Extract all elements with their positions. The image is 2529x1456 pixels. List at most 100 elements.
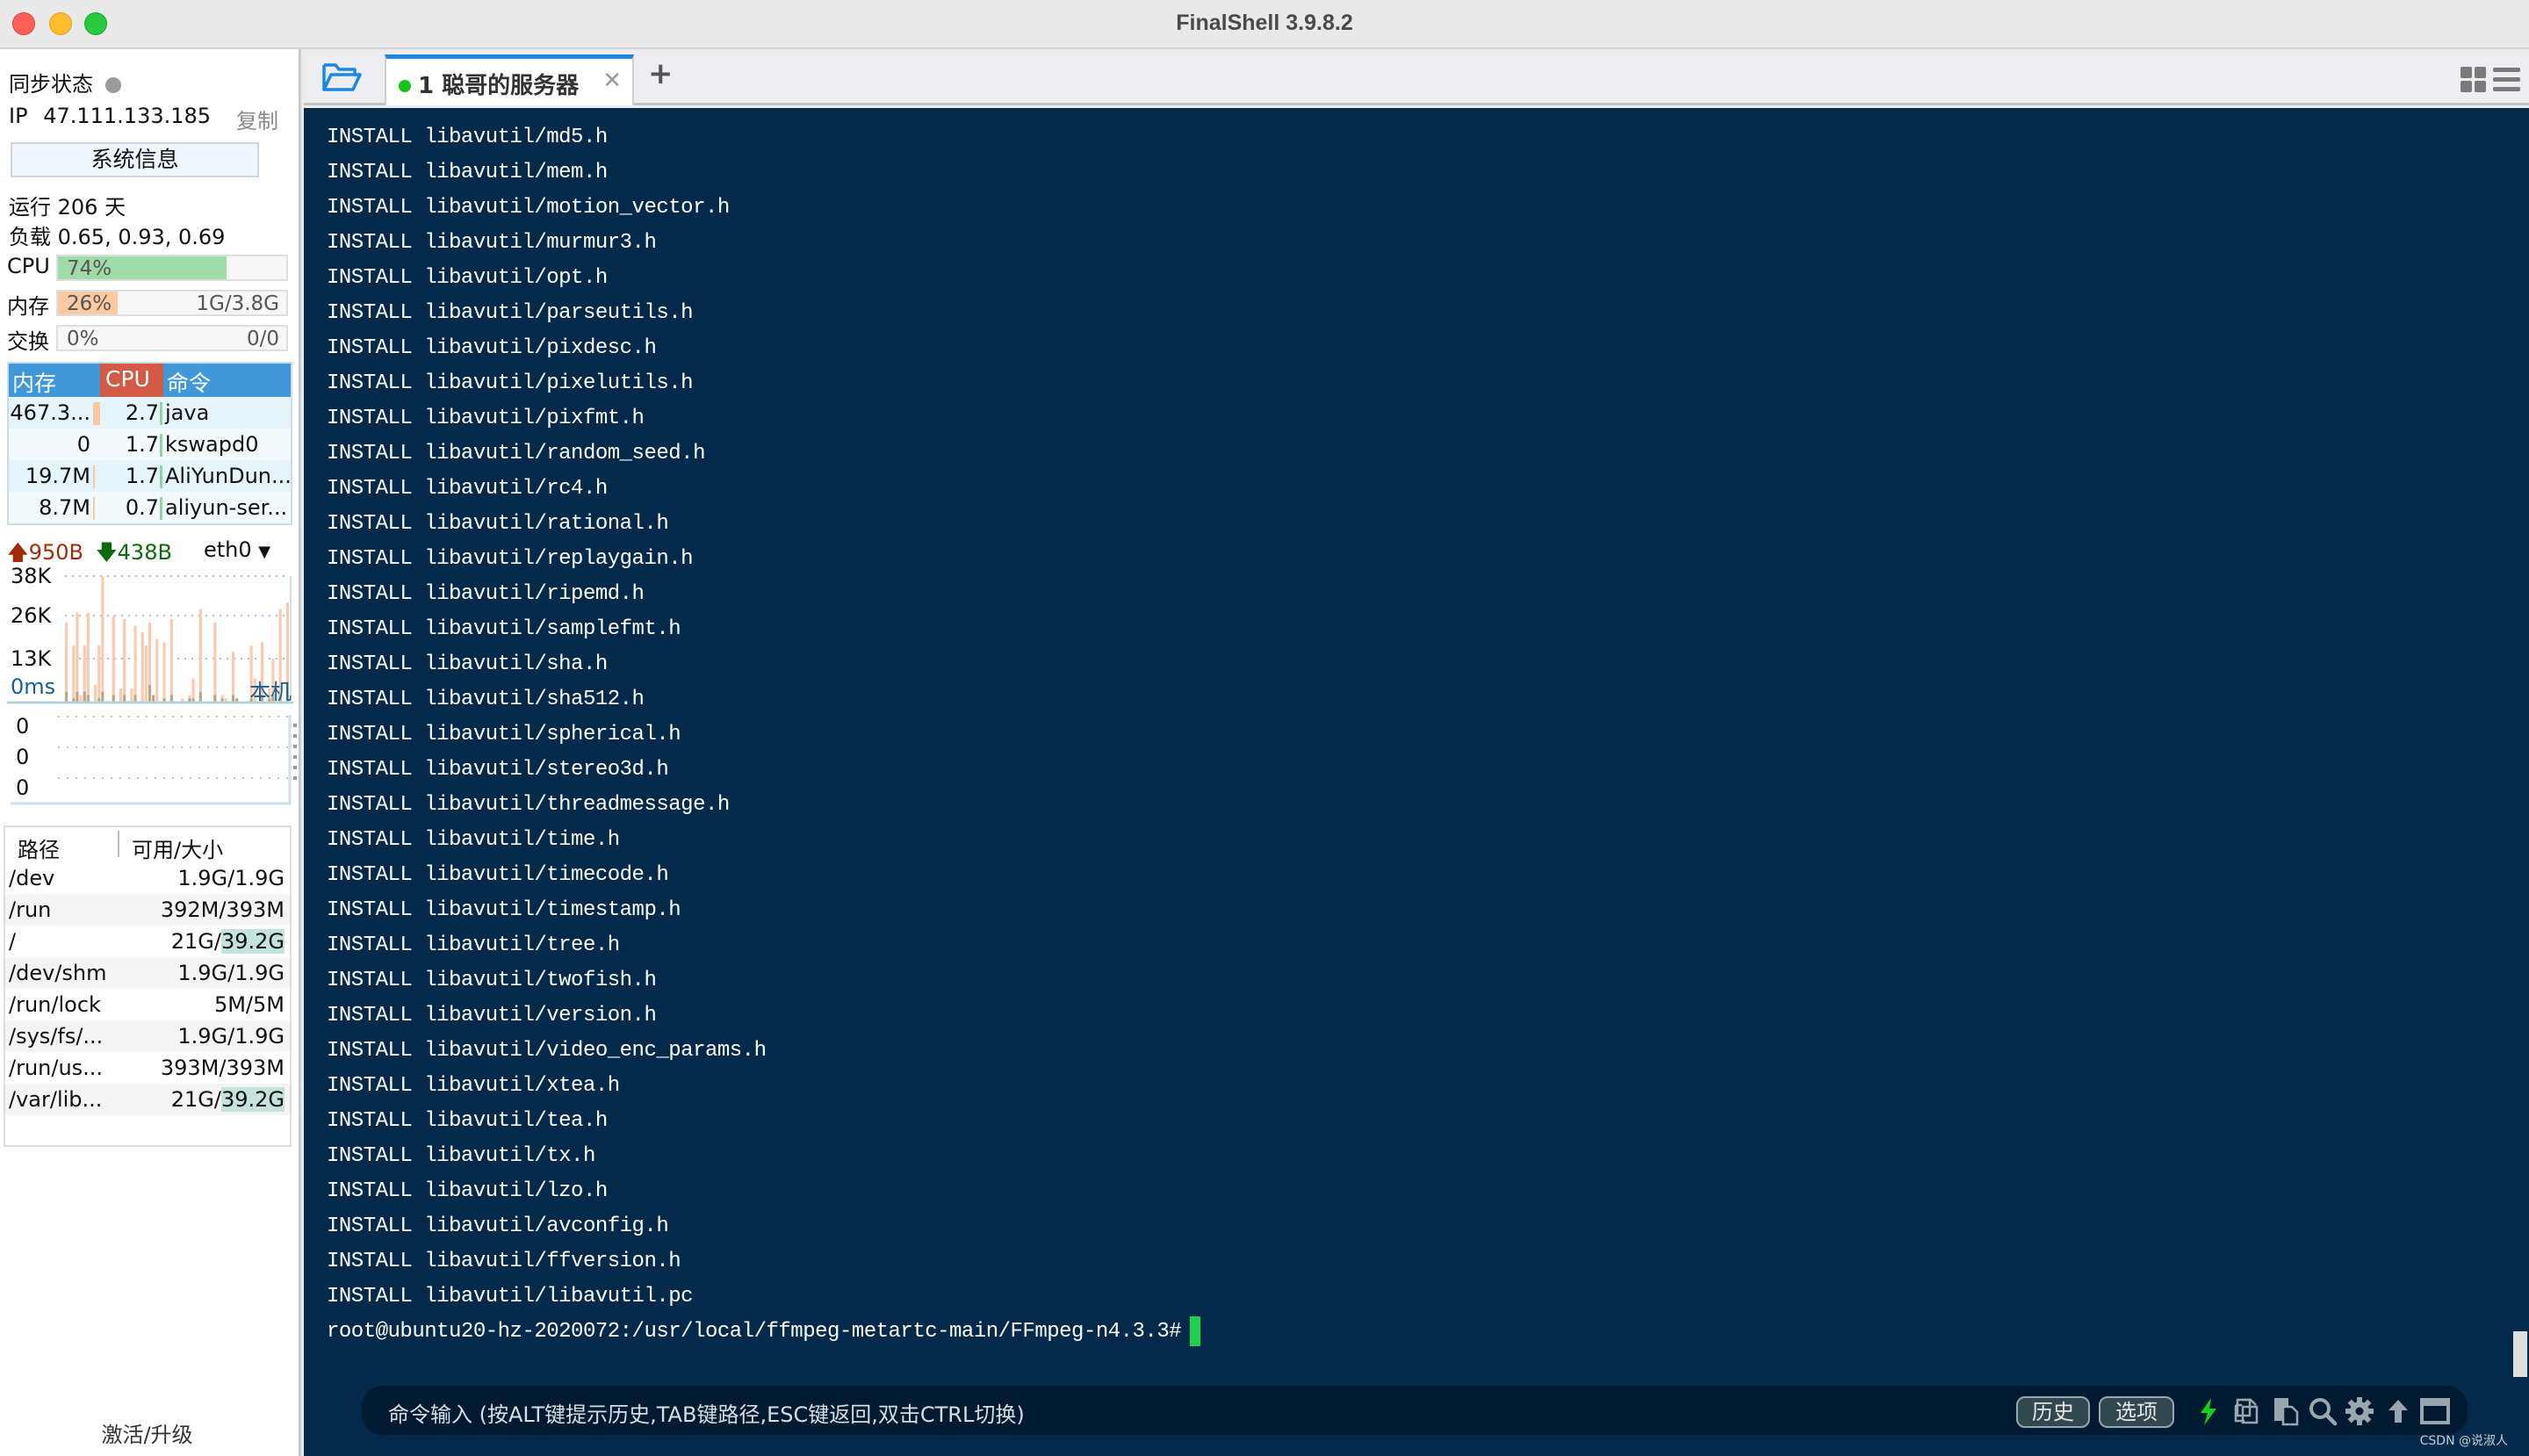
path-header[interactable]: 路径 xyxy=(18,833,60,863)
terminal-line: INSTALL libavutil/rc4.h xyxy=(327,477,608,501)
disk-usage: 392M/393M xyxy=(160,897,285,922)
download-rate: 🡇438B xyxy=(96,540,172,565)
gear-icon[interactable] xyxy=(2345,1396,2374,1426)
terminal-line: INSTALL libavutil/opt.h xyxy=(327,266,608,290)
terminal-line: INSTALL libavutil/lzo.h xyxy=(327,1179,608,1203)
terminal-line: INSTALL libavutil/sha512.h xyxy=(327,688,645,711)
memory-meter: 26% 1G/3.8G xyxy=(56,290,288,316)
disk-usage: 393M/393M xyxy=(160,1056,285,1080)
add-tab-button[interactable]: + xyxy=(648,56,674,91)
swap-meter-percent: 0% xyxy=(67,328,99,350)
sidebar: 同步状态 IP 47.111.133.185 复制 系统信息 运行 206 天 … xyxy=(0,49,301,1456)
disk-table-header: 路径 可用/大小 xyxy=(5,827,290,862)
copy-ip-button[interactable]: 复制 xyxy=(236,104,278,134)
ping-y-tick-label: 0 xyxy=(16,775,29,800)
close-tab-icon[interactable]: ✕ xyxy=(602,68,622,94)
terminal[interactable]: INSTALL libavutil/md5.h INSTALL libavutil… xyxy=(304,108,2529,1456)
load-average: 负载 0.65, 0.93, 0.69 xyxy=(9,225,226,249)
system-info-button[interactable]: 系统信息 xyxy=(11,142,259,177)
disk-row[interactable]: /dev 1.9G/1.9G xyxy=(5,862,290,894)
sort-by-memory-header[interactable]: 内存 xyxy=(12,366,104,398)
swap-meter-label: 交换 xyxy=(7,329,49,354)
activate-upgrade-link[interactable]: 激活/升级 xyxy=(0,1417,294,1448)
disk-row[interactable]: /sys/fs/... 1.9G/1.9G xyxy=(5,1020,290,1052)
disk-row[interactable]: /var/lib... 21G/39.2G xyxy=(5,1084,290,1115)
terminal-line: INSTALL libavutil/spherical.h xyxy=(327,723,681,746)
disk-path: /sys/fs/... xyxy=(9,1024,104,1049)
terminal-line: INSTALL libavutil/motion_vector.h xyxy=(327,196,730,220)
search-icon[interactable] xyxy=(2308,1396,2338,1426)
network-interface-value: eth0 xyxy=(204,537,252,562)
download-arrow-icon: 🡇 xyxy=(95,540,118,565)
terminal-line: INSTALL libavutil/xtea.h xyxy=(327,1074,620,1098)
splitter-handle-dot[interactable] xyxy=(293,755,297,759)
splitter-handle-dot[interactable] xyxy=(293,734,297,738)
disk-path: /run/us... xyxy=(9,1056,104,1080)
sort-by-cpu-header[interactable]: CPU xyxy=(100,364,163,397)
folder-icon[interactable] xyxy=(321,61,362,93)
ping-latency: 0ms xyxy=(11,674,56,699)
y-tick-label: 38K xyxy=(11,566,53,588)
disk-row[interactable]: /dev/shm 1.9G/1.9G xyxy=(5,957,290,989)
cpu-meter-percent: 74% xyxy=(67,257,112,280)
splitter-handle-dot[interactable] xyxy=(293,724,297,727)
disk-usage: 1.9G/1.9G xyxy=(177,866,285,890)
splitter-handle-dot[interactable] xyxy=(293,745,297,748)
command-bar: 命令输入 (按ALT键提示历史,TAB键路径,ESC键返回,双击CTRL切换) … xyxy=(362,1386,2468,1435)
disk-row[interactable]: /run/us... 393M/393M xyxy=(5,1052,290,1084)
terminal-line: INSTALL libavutil/threadmessage.h xyxy=(327,793,730,817)
disk-row[interactable]: / 21G/39.2G xyxy=(5,926,290,957)
disk-usage: 21G/39.2G xyxy=(170,929,285,954)
paste-icon[interactable] xyxy=(2271,1396,2301,1426)
network-interface-select[interactable]: eth0 ▼ xyxy=(204,537,270,562)
process-cpu: 1.7 xyxy=(125,464,159,488)
terminal-line: INSTALL libavutil/twofish.h xyxy=(327,969,657,992)
command-header[interactable]: 命令 xyxy=(167,366,211,398)
process-cpu-bar xyxy=(160,402,162,425)
watermark: CSDN @说淑人 xyxy=(2419,1434,2508,1448)
ping-host[interactable]: 本机 xyxy=(249,674,292,705)
process-table: 内存 CPU 命令 467.3... 2.7 java 0 1.7 kswapd… xyxy=(7,362,292,525)
disk-row[interactable]: /run 392M/393M xyxy=(5,894,290,926)
command-input[interactable]: 命令输入 (按ALT键提示历史,TAB键路径,ESC键返回,双击CTRL切换) xyxy=(388,1397,1025,1428)
swap-meter: 0% 0/0 xyxy=(56,325,288,351)
ip-value: 47.111.133.185 xyxy=(43,104,212,128)
tab-label: 1 聪哥的服务器 xyxy=(418,73,580,99)
process-row[interactable]: 8.7M 0.7 aliyun-ser... xyxy=(9,492,291,523)
options-button[interactable]: 选项 xyxy=(2099,1396,2174,1428)
process-row[interactable]: 19.7M 1.7 AliYunDun... xyxy=(9,460,292,492)
window-title: FinalShell 3.9.8.2 xyxy=(1176,11,1353,35)
disk-path: /run/lock xyxy=(9,992,101,1017)
process-memory-bar xyxy=(93,497,95,520)
disk-usage: 5M/5M xyxy=(213,992,285,1017)
disk-rows: /dev 1.9G/1.9G/run 392M/393M / 21G/39.2G/dev… xyxy=(5,862,290,1115)
splitter-handle-dot[interactable] xyxy=(293,766,297,769)
disk-path: /dev xyxy=(9,866,55,890)
process-row[interactable]: 0 1.7 kswapd0 xyxy=(9,429,291,460)
history-button[interactable]: 历史 xyxy=(2016,1396,2090,1428)
terminal-scrollbar[interactable] xyxy=(2513,1331,2527,1377)
upload-arrow-icon: 🡅 xyxy=(7,540,29,565)
terminal-line: INSTALL libavutil/video_enc_params.h xyxy=(327,1039,767,1063)
ping-chart: 0 0 0 xyxy=(11,714,297,805)
terminal-line: INSTALL libavutil/pixelutils.h xyxy=(327,371,694,395)
list-view-icon[interactable] xyxy=(2493,68,2520,91)
grid-view-icon[interactable] xyxy=(2461,67,2486,92)
upload-arrow-icon[interactable] xyxy=(2383,1396,2413,1426)
copy-icon[interactable] xyxy=(2232,1396,2262,1426)
disk-row[interactable]: /run/lock 5M/5M xyxy=(5,989,290,1020)
lightning-icon[interactable] xyxy=(2194,1396,2223,1426)
terminal-line: INSTALL libavutil/pixdesc.h xyxy=(327,336,657,360)
column-divider[interactable] xyxy=(118,831,119,857)
size-header[interactable]: 可用/大小 xyxy=(132,833,223,863)
terminal-line: INSTALL libavutil/stereo3d.h xyxy=(327,758,669,782)
process-row[interactable]: 467.3... 2.7 java xyxy=(9,397,291,429)
disk-path: /var/lib... xyxy=(9,1087,103,1112)
window-icon[interactable] xyxy=(2420,1396,2450,1426)
terminal-line: INSTALL libavutil/random_seed.h xyxy=(327,442,705,465)
terminal-cursor xyxy=(1190,1315,1201,1346)
cpu-meter: 74% xyxy=(56,255,288,281)
cpu-meter-label: CPU xyxy=(7,254,50,278)
tab-server[interactable]: 1 聪哥的服务器 ✕ xyxy=(385,54,634,105)
splitter-handle-dot[interactable] xyxy=(293,776,297,780)
